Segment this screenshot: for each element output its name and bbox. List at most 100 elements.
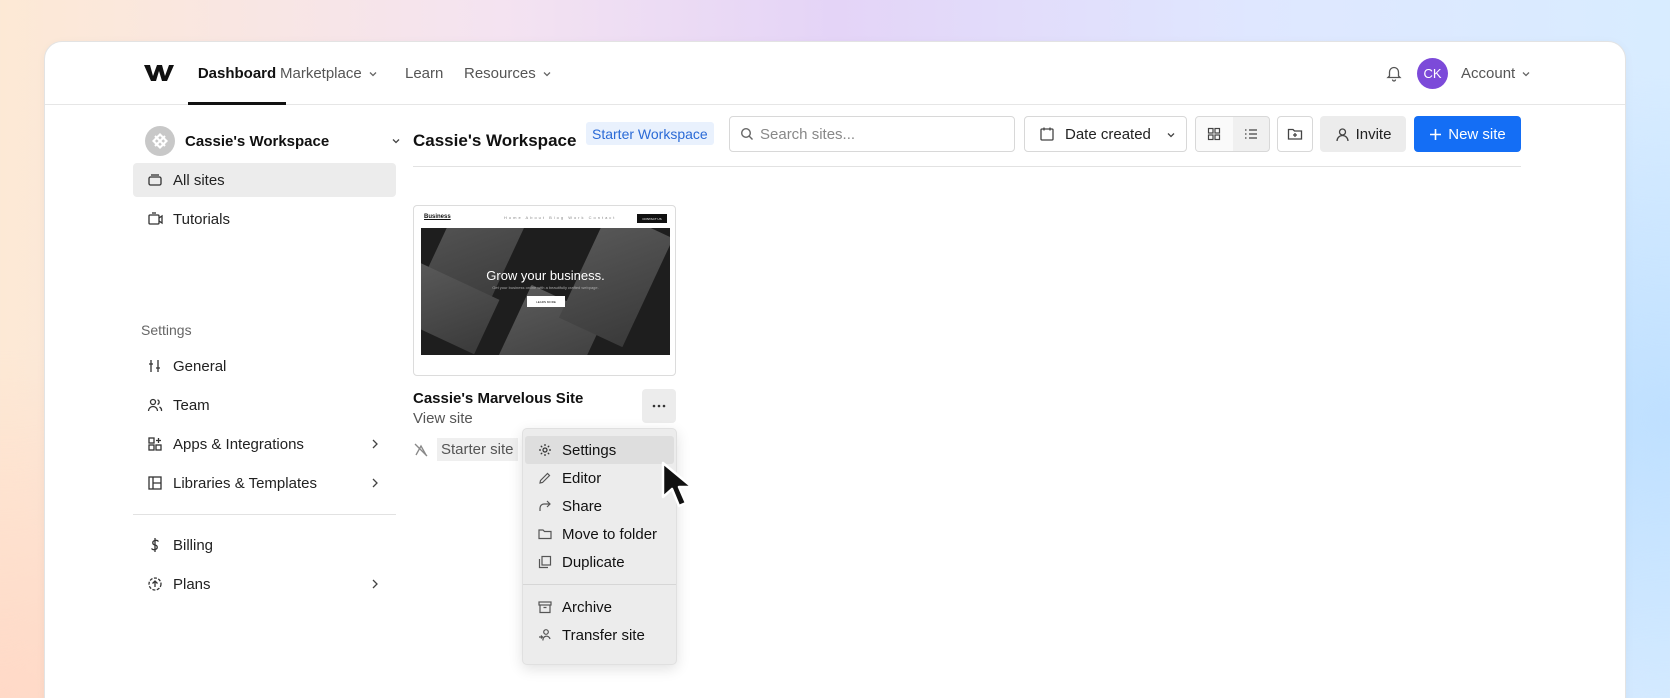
nav-learn[interactable]: Learn [405, 42, 443, 105]
search-field[interactable] [729, 116, 1015, 152]
site-plan-badge: Starter site [437, 438, 518, 461]
copy-icon [538, 555, 552, 569]
list-icon [1244, 129, 1257, 139]
folder-icon [538, 529, 552, 540]
sidebar-item-all-sites[interactable]: All sites [133, 163, 396, 197]
menu-item-label: Share [562, 497, 603, 515]
new-folder-button[interactable] [1277, 116, 1313, 152]
new-site-label: New site [1448, 125, 1506, 143]
layout-icon [148, 476, 162, 490]
search-input[interactable] [760, 125, 1014, 143]
sidebar-item-libraries[interactable]: Libraries & Templates [133, 466, 396, 500]
sidebar-item-general[interactable]: General [133, 349, 396, 383]
chevron-down-icon [392, 139, 400, 144]
grid-view-button[interactable] [1196, 117, 1233, 151]
menu-item-settings[interactable]: Settings [525, 436, 674, 464]
workspace-plan-badge[interactable]: Starter Workspace [586, 122, 714, 145]
avatar[interactable]: CK [1417, 58, 1448, 89]
thumbnail-hero: Grow your business. Get your business on… [421, 228, 670, 355]
gear-icon [539, 444, 551, 456]
chevron-down-icon [1522, 71, 1530, 76]
grid-icon [1208, 127, 1221, 141]
workspace-logo-icon [145, 126, 175, 156]
app-window: Dashboard Marketplace Learn Resources CK… [44, 41, 1626, 698]
upgrade-circle-icon [148, 577, 162, 591]
workspace-name: Cassie's Workspace [185, 132, 330, 150]
sidebar-item-apps[interactable]: Apps & Integrations [133, 427, 396, 461]
chevron-right-icon [372, 439, 378, 449]
menu-item-move-to-folder[interactable]: Move to folder [525, 520, 674, 548]
more-horizontal-icon [652, 404, 666, 408]
site-context-menu: Settings Editor Share Move to folder Dup… [522, 428, 677, 665]
nav-active-indicator [188, 102, 286, 105]
sidebar-item-team[interactable]: Team [133, 388, 396, 422]
nav-dashboard[interactable]: Dashboard [188, 42, 286, 105]
view-site-link[interactable]: View site [413, 410, 473, 427]
menu-item-editor[interactable]: Editor [525, 464, 674, 492]
apps-icon [148, 437, 162, 451]
menu-divider [523, 584, 676, 585]
sidebar-settings-heading: Settings [141, 322, 192, 338]
nav-account[interactable]: Account [1461, 42, 1531, 105]
thumbnail-brand: Business [424, 214, 451, 220]
list-view-button[interactable] [1233, 117, 1270, 151]
sidebar-item-label: Apps & Integrations [173, 435, 304, 453]
sidebar-item-label: All sites [173, 171, 225, 189]
new-site-button[interactable]: New site [1414, 116, 1521, 152]
site-name[interactable]: Cassie's Marvelous Site [413, 390, 583, 407]
nav-account-label: Account [1461, 65, 1516, 82]
plus-icon [1430, 128, 1442, 140]
menu-item-label: Move to folder [562, 525, 658, 543]
chevron-down-icon [543, 71, 551, 76]
menu-item-label: Transfer site [562, 626, 645, 644]
bell-icon[interactable] [1385, 64, 1403, 82]
site-more-button[interactable] [642, 389, 676, 423]
chevron-down-icon [369, 71, 377, 76]
pencil-icon [539, 472, 551, 484]
sidebar-item-plans[interactable]: Plans [133, 567, 396, 601]
dollar-icon [150, 538, 160, 552]
thumbnail-headline: Grow your business. [486, 268, 605, 283]
sidebar-item-label: Team [173, 396, 210, 414]
nav-dashboard-label: Dashboard [197, 65, 277, 82]
sidebar-item-billing[interactable]: Billing [133, 528, 396, 562]
page-title: Cassie's Workspace [413, 131, 577, 150]
stack-icon [148, 174, 162, 186]
calendar-icon [1040, 127, 1054, 141]
workspace-switcher[interactable]: Cassie's Workspace [145, 124, 401, 158]
top-nav: Dashboard Marketplace Learn Resources CK… [45, 42, 1625, 105]
sort-dropdown[interactable]: Date created [1024, 116, 1187, 152]
chevron-down-icon [1167, 133, 1175, 138]
nav-learn-label: Learn [405, 65, 444, 82]
menu-item-label: Archive [562, 598, 613, 616]
menu-item-label: Editor [562, 469, 602, 487]
menu-item-duplicate[interactable]: Duplicate [525, 548, 674, 576]
transfer-icon [539, 629, 551, 641]
thumbnail-button: LEARN MORE [527, 296, 565, 307]
user-icon [1335, 127, 1349, 141]
thumbnail-subtext: Get your business online with a beautifu… [492, 285, 599, 290]
nav-resources[interactable]: Resources [464, 42, 552, 105]
sidebar-item-tutorials[interactable]: Tutorials [133, 202, 396, 236]
share-icon [539, 500, 551, 511]
chevron-right-icon [372, 478, 378, 488]
users-icon [147, 398, 163, 412]
webflow-logo-icon[interactable] [143, 62, 175, 84]
site-thumbnail[interactable]: Business Home About Blog Work Contact CO… [413, 205, 676, 376]
menu-item-transfer-site[interactable]: Transfer site [525, 621, 674, 649]
no-publish-icon [414, 443, 428, 456]
sliders-icon [149, 360, 160, 372]
folder-plus-icon [1287, 128, 1303, 140]
menu-item-archive[interactable]: Archive [525, 593, 674, 621]
menu-item-share[interactable]: Share [525, 492, 674, 520]
thumbnail-nav: Business Home About Blog Work Contact CO… [424, 214, 667, 224]
sidebar-item-label: Tutorials [173, 210, 230, 228]
sidebar-item-label: Libraries & Templates [173, 474, 317, 492]
invite-button[interactable]: Invite [1320, 116, 1406, 152]
menu-item-label: Duplicate [562, 553, 625, 571]
view-toggle [1195, 116, 1270, 152]
sidebar-divider [133, 514, 396, 515]
nav-marketplace[interactable]: Marketplace [280, 42, 378, 105]
header-divider [413, 166, 1521, 167]
archive-icon [538, 601, 552, 614]
